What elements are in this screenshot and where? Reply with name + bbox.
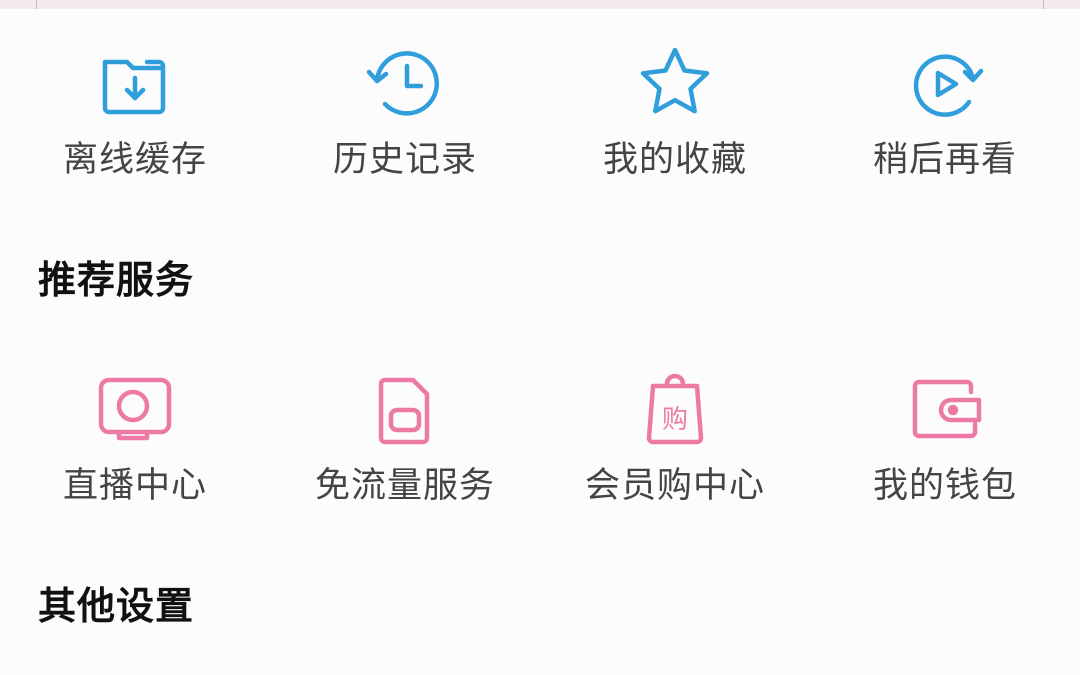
free-data-button[interactable]: 免流量服务: [270, 368, 540, 508]
download-folder-icon: [93, 42, 177, 126]
offline-cache-label: 离线缓存: [62, 140, 207, 180]
sim-card-icon: [363, 368, 447, 452]
shopping-bag-icon: 购: [633, 368, 717, 452]
wallet-button[interactable]: 我的钱包: [810, 368, 1080, 508]
live-tv-icon: [93, 368, 177, 452]
offline-cache-button[interactable]: 离线缓存: [0, 42, 270, 182]
play-later-icon: [903, 42, 987, 126]
history-clock-icon: [363, 42, 447, 126]
strip-edge-left: [36, 0, 37, 9]
wallet-label: 我的钱包: [872, 466, 1017, 506]
top-divider-strip: [0, 0, 1080, 9]
strip-edge-right: [1043, 0, 1044, 9]
recommended-services-title: 推荐服务: [38, 258, 195, 302]
recommended-services-grid: 直播中心 免流量服务 购 会员购中心 我的钱包: [0, 368, 1080, 508]
wallet-icon: [903, 368, 987, 452]
favorites-button[interactable]: 我的收藏: [540, 42, 810, 182]
favorites-label: 我的收藏: [602, 140, 747, 180]
live-center-label: 直播中心: [62, 466, 207, 506]
shop-glyph-text: 购: [662, 405, 688, 435]
star-icon: [633, 42, 717, 126]
live-center-button[interactable]: 直播中心: [0, 368, 270, 508]
member-shop-button[interactable]: 购 会员购中心: [540, 368, 810, 508]
watch-later-button[interactable]: 稍后再看: [810, 42, 1080, 182]
watch-later-label: 稍后再看: [872, 140, 1017, 180]
history-button[interactable]: 历史记录: [270, 42, 540, 182]
member-shop-label: 会员购中心: [584, 466, 765, 506]
history-label: 历史记录: [332, 140, 477, 180]
free-data-label: 免流量服务: [314, 466, 495, 506]
quick-actions-grid: 离线缓存 历史记录 我的收藏 稍后再看: [0, 42, 1080, 182]
other-settings-title: 其他设置: [38, 584, 195, 628]
